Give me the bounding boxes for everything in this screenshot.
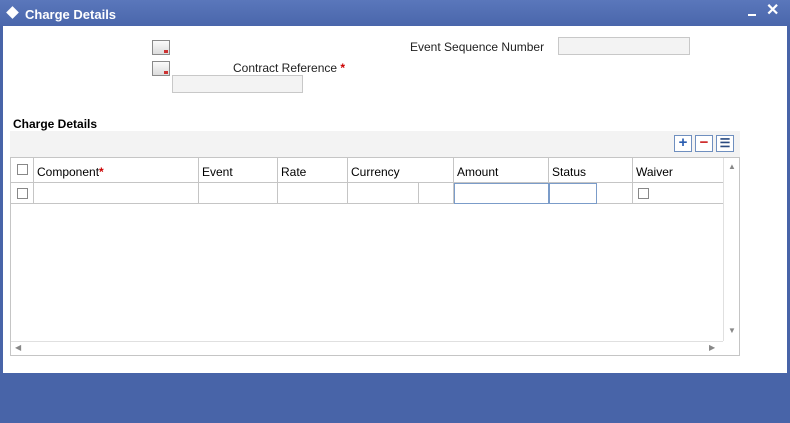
select-all-checkbox[interactable] xyxy=(17,164,28,175)
column-label: Event xyxy=(202,165,233,179)
column-header-rate[interactable]: Rate xyxy=(278,158,348,183)
column-label: Component xyxy=(37,165,100,179)
add-row-button[interactable]: + xyxy=(674,135,692,152)
currency-cell[interactable] xyxy=(348,183,419,204)
column-header-status[interactable]: Status xyxy=(549,158,633,183)
contract-reference-field[interactable] xyxy=(172,75,303,93)
charge-details-grid: Component* Event Rate Currency Amount St… xyxy=(10,157,740,356)
amount-cell[interactable] xyxy=(454,183,549,204)
required-marker: * xyxy=(340,61,346,75)
list-of-values-button[interactable] xyxy=(152,61,170,76)
vertical-scrollbar[interactable]: ▲ ▼ xyxy=(723,158,739,341)
row-select-checkbox[interactable] xyxy=(17,188,28,199)
contract-reference-label: Contract Reference * xyxy=(233,61,346,75)
component-cell[interactable] xyxy=(34,183,199,204)
column-header-waiver[interactable]: Waiver xyxy=(633,158,723,183)
scroll-up-icon[interactable]: ▲ xyxy=(728,162,736,171)
row-select-cell xyxy=(11,183,34,204)
currency-lov-cell[interactable] xyxy=(419,183,454,204)
event-sequence-label: Event Sequence Number xyxy=(410,40,545,54)
diamond-icon xyxy=(6,6,19,19)
plus-icon: + xyxy=(678,134,688,151)
window-footer xyxy=(0,373,790,423)
rate-cell[interactable] xyxy=(278,183,348,204)
column-label: Rate xyxy=(281,165,307,179)
column-label: Amount xyxy=(457,165,499,179)
single-view-button[interactable]: ☰ xyxy=(716,135,734,152)
horizontal-scrollbar[interactable]: ◀ ▶ xyxy=(11,341,723,355)
window-title-bar: Charge Details ✕ xyxy=(0,0,790,26)
close-button[interactable]: ✕ xyxy=(766,3,779,19)
scroll-left-icon[interactable]: ◀ xyxy=(15,343,21,352)
event-sequence-field[interactable] xyxy=(558,37,690,55)
column-label: Status xyxy=(552,165,587,179)
status-cell[interactable] xyxy=(549,183,597,204)
column-header-currency[interactable]: Currency xyxy=(348,158,454,183)
waiver-cell xyxy=(633,183,723,204)
section-title: Charge Details xyxy=(13,117,98,131)
scroll-right-icon[interactable]: ▶ xyxy=(709,343,715,352)
column-label: Waiver xyxy=(636,165,673,179)
window-title: Charge Details xyxy=(25,7,117,22)
minus-icon: − xyxy=(699,134,709,151)
column-header-amount[interactable]: Amount xyxy=(454,158,549,183)
minimize-button[interactable] xyxy=(748,14,756,16)
column-header-event[interactable]: Event xyxy=(199,158,278,183)
column-header-component[interactable]: Component* xyxy=(34,158,199,183)
list-of-values-button[interactable] xyxy=(152,40,170,55)
grid-toolbar xyxy=(10,131,740,157)
column-label: Currency xyxy=(351,165,400,179)
required-marker: * xyxy=(99,165,104,179)
list-icon: ☰ xyxy=(719,136,731,150)
scroll-down-icon[interactable]: ▼ xyxy=(728,326,736,335)
delete-row-button[interactable]: − xyxy=(695,135,713,152)
header-select-all xyxy=(11,158,34,183)
event-cell[interactable] xyxy=(199,183,278,204)
status-extra-cell[interactable] xyxy=(597,183,633,204)
waiver-checkbox[interactable] xyxy=(638,188,649,199)
